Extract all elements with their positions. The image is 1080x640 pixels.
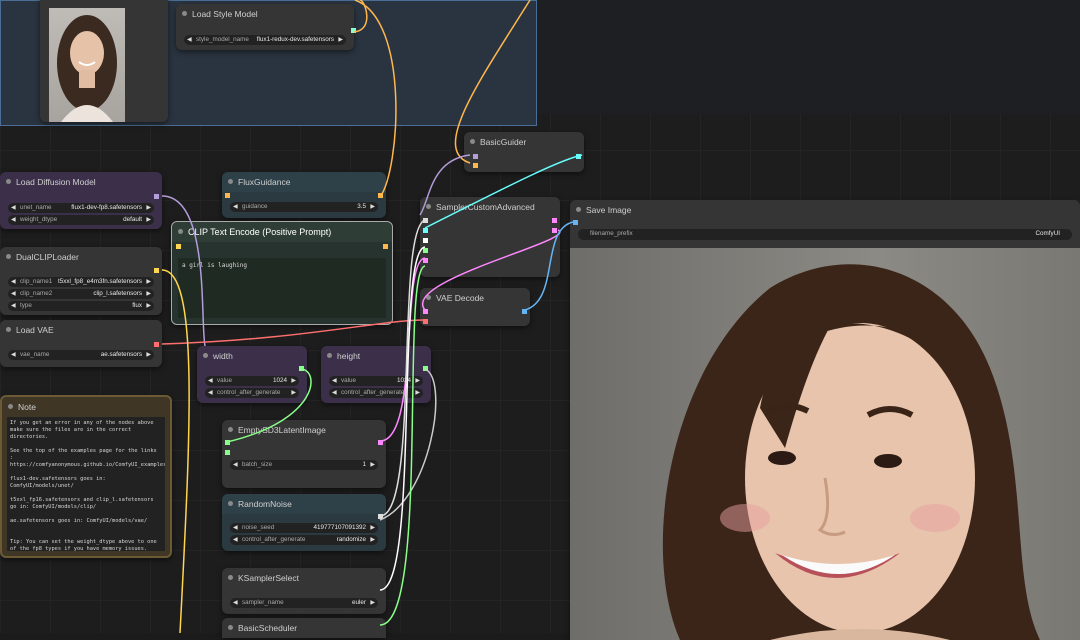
- connection-wires: [161, 0, 583, 633]
- wire-guider-cond: [454, 0, 531, 164]
- wire-model: [161, 195, 206, 347]
- wire-vae: [161, 319, 426, 345]
- wire-sampler: [379, 246, 426, 591]
- wire-model-guider: [419, 154, 471, 216]
- wire-guider-out: [424, 154, 583, 229]
- wire-width: [226, 368, 312, 443]
- wire-clip: [161, 269, 190, 633]
- wire-height: [379, 368, 437, 521]
- wire-image: [524, 221, 574, 311]
